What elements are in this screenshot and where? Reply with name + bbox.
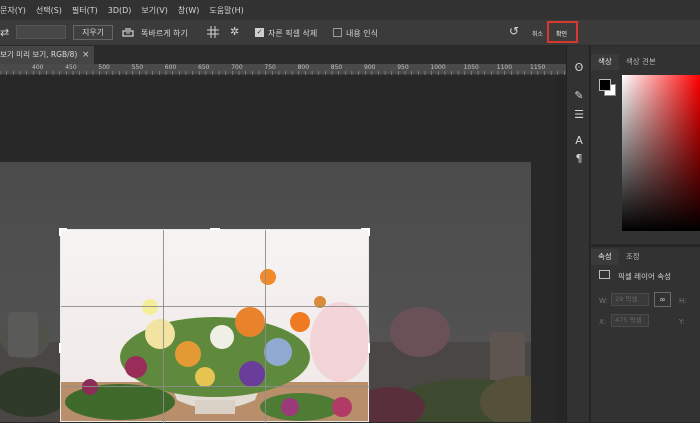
- ruler-label: 750: [264, 64, 276, 71]
- crop-handle-right[interactable]: [368, 343, 370, 353]
- crop-box[interactable]: [59, 228, 370, 423]
- menu-select[interactable]: 선택(S): [31, 5, 67, 16]
- crop-grid-line-v1: [163, 230, 164, 423]
- ruler-ticks: [0, 71, 565, 75]
- document-tab[interactable]: 보기 미리 보기, RGB/8) ×: [0, 46, 94, 64]
- crop-options-bar: ⇄ 지우기 똑바르게 하기 ✲ ✓ 자른 픽셀 삭제 내용 인식 ↺ 취소 확인: [0, 20, 700, 46]
- menu-type[interactable]: 문자(Y): [0, 5, 31, 16]
- menu-view[interactable]: 보기(V): [136, 5, 172, 16]
- cancel-button[interactable]: 취소: [532, 29, 543, 38]
- crop-handle-top[interactable]: [210, 228, 220, 230]
- grid-overlay-icon[interactable]: [207, 26, 219, 38]
- crop-handle-tl-v[interactable]: [59, 228, 61, 236]
- panel-tool-strip: ʘ ✎ ☰ A ¶: [566, 46, 590, 422]
- properties-panel: 속성 조정 픽셀 레이어 속성 W: 29 픽셀 ∞ H: X: 475 픽셀 …: [591, 246, 700, 422]
- clear-button[interactable]: 지우기: [73, 25, 113, 40]
- ruler-label: 600: [164, 64, 177, 71]
- color-panel-tabs: 색상 색상 견본: [591, 54, 700, 70]
- x-field[interactable]: 475 픽셀: [611, 314, 649, 327]
- ratio-input[interactable]: [16, 25, 66, 39]
- menu-window[interactable]: 창(W): [173, 5, 205, 16]
- ruler-label: 850: [330, 64, 343, 71]
- paragraph-icon[interactable]: ¶: [572, 152, 586, 166]
- properties-panel-tabs: 속성 조정: [591, 249, 647, 265]
- horizontal-ruler: 400 450 500 550 600 650 700 750 800 850 900 950 1000…: [0, 64, 566, 75]
- crop-grid-line-v2: [265, 230, 266, 423]
- document-tab-bar: 보기 미리 보기, RGB/8) ×: [0, 46, 566, 64]
- width-field[interactable]: 29 픽셀: [611, 293, 649, 306]
- color-picker-field[interactable]: [622, 75, 700, 231]
- close-icon[interactable]: ×: [82, 46, 90, 64]
- ruler-label: 550: [131, 64, 144, 71]
- gear-icon[interactable]: ✲: [230, 25, 239, 38]
- ruler-label: 400: [32, 64, 44, 71]
- width-label: W:: [599, 297, 608, 305]
- character-icon[interactable]: A: [572, 134, 586, 148]
- ruler-label: 1000: [430, 64, 446, 71]
- ruler-label: 800: [297, 64, 310, 71]
- straighten-icon[interactable]: [122, 26, 134, 37]
- foreground-swatch[interactable]: [599, 79, 611, 91]
- vertical-scrollbar[interactable]: [556, 75, 566, 422]
- ruler-label: 700: [231, 64, 243, 71]
- color-panel: 색상 색상 견본: [591, 46, 700, 244]
- ruler-label: 450: [65, 64, 77, 71]
- history-brush-icon[interactable]: ʘ: [572, 61, 586, 75]
- ruler-label: 500: [98, 64, 110, 71]
- document-tab-title: 보기 미리 보기, RGB/8): [0, 50, 78, 59]
- ruler-label: 650: [198, 64, 210, 71]
- swap-arrows-icon[interactable]: ⇄: [0, 26, 9, 39]
- pixel-layer-label: 픽셀 레이어 속성: [618, 272, 672, 281]
- menu-filter[interactable]: 필터(T): [67, 5, 103, 16]
- ruler-label: 950: [397, 64, 409, 71]
- ruler-label: 900: [364, 64, 376, 71]
- brush-settings-icon[interactable]: ✎: [572, 89, 586, 103]
- adjust-sliders-icon[interactable]: ☰: [572, 108, 586, 122]
- link-icon[interactable]: ∞: [654, 292, 671, 307]
- crop-grid-line-h1: [61, 306, 370, 307]
- ruler-label: 1150: [530, 64, 546, 71]
- menu-help[interactable]: 도움말(H): [204, 5, 248, 16]
- ruler-label: 1100: [496, 64, 513, 71]
- pixel-layer-icon: [599, 270, 610, 279]
- crop-handle-left[interactable]: [59, 343, 61, 353]
- delete-pixels-label[interactable]: 자른 픽셀 삭제: [268, 28, 317, 39]
- delete-pixels-checkbox[interactable]: ✓: [255, 28, 264, 37]
- tab-color[interactable]: 색상: [591, 54, 619, 70]
- crop-grid-line-h2: [61, 386, 370, 387]
- menu-bar: 문자(Y) 선택(S) 필터(T) 3D(D) 보기(V) 창(W) 도움말(H…: [0, 0, 700, 20]
- crop-handle-tr-v[interactable]: [368, 228, 370, 236]
- tab-adjustments[interactable]: 조정: [619, 249, 647, 265]
- y-label: Y:: [679, 318, 685, 326]
- menu-3d[interactable]: 3D(D): [103, 6, 137, 15]
- x-label: X:: [599, 318, 607, 326]
- reset-icon[interactable]: ↺: [509, 24, 519, 38]
- content-aware-label[interactable]: 내용 인식: [346, 28, 378, 39]
- content-aware-checkbox[interactable]: [333, 28, 342, 37]
- tab-properties[interactable]: 속성: [591, 249, 619, 265]
- ruler-label: 1050: [463, 64, 479, 71]
- confirm-button[interactable]: 확인: [556, 29, 567, 38]
- straighten-label[interactable]: 똑바르게 하기: [141, 28, 188, 39]
- height-label: H:: [679, 297, 687, 305]
- tab-swatches[interactable]: 색상 견본: [619, 54, 663, 70]
